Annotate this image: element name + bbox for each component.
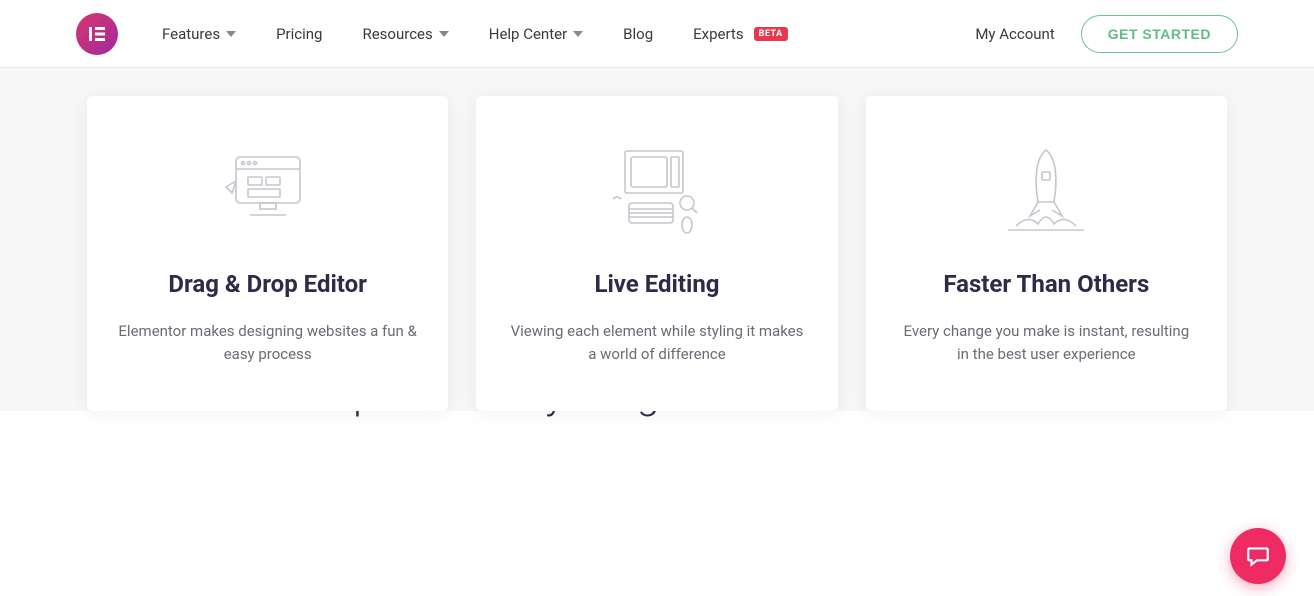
card-title: Live Editing (506, 270, 807, 298)
nav-experts[interactable]: Experts BETA (693, 25, 788, 43)
chevron-down-icon (439, 31, 449, 37)
nav-label: Experts (693, 25, 743, 43)
card-desc: Every change you make is instant, result… (896, 320, 1196, 367)
card-desc: Elementor makes designing websites a fun… (118, 320, 418, 367)
chat-bubble-icon (1245, 543, 1271, 569)
card-drag-drop: Drag & Drop Editor Elementor makes desig… (87, 96, 448, 411)
main-header: Features Pricing Resources Help Center B… (0, 0, 1314, 68)
nav-pricing[interactable]: Pricing (276, 25, 322, 43)
chevron-down-icon (226, 31, 236, 37)
elementor-logo-icon (87, 24, 107, 44)
header-right: My Account GET STARTED (975, 15, 1238, 53)
card-live-editing: Live Editing Viewing each element while … (476, 96, 837, 411)
brand-logo[interactable] (76, 13, 118, 55)
my-account-link[interactable]: My Account (975, 25, 1054, 43)
card-title: Faster Than Others (896, 270, 1197, 298)
rocket-icon (896, 144, 1197, 240)
beta-badge: BETA (754, 27, 788, 41)
card-title: Drag & Drop Editor (117, 270, 418, 298)
nav-blog[interactable]: Blog (623, 25, 653, 43)
chat-support-button[interactable] (1230, 528, 1286, 584)
feature-band: Drag & Drop Editor Elementor makes desig… (0, 68, 1314, 411)
feature-cards: Drag & Drop Editor Elementor makes desig… (87, 96, 1227, 411)
nav-label: Features (162, 25, 220, 43)
monitor-editor-icon (117, 144, 418, 240)
nav-help-center[interactable]: Help Center (489, 25, 583, 43)
nav-resources[interactable]: Resources (362, 25, 448, 43)
primary-nav: Features Pricing Resources Help Center B… (162, 25, 788, 43)
card-faster: Faster Than Others Every change you make… (866, 96, 1227, 411)
chevron-down-icon (573, 31, 583, 37)
nav-label: Help Center (489, 25, 567, 43)
nav-label: Blog (623, 25, 653, 43)
get-started-button[interactable]: GET STARTED (1081, 15, 1238, 53)
workstation-icon (506, 144, 807, 240)
card-desc: Viewing each element while styling it ma… (507, 320, 807, 367)
nav-label: Resources (362, 25, 432, 43)
nav-label: Pricing (276, 25, 322, 43)
nav-features[interactable]: Features (162, 25, 236, 43)
